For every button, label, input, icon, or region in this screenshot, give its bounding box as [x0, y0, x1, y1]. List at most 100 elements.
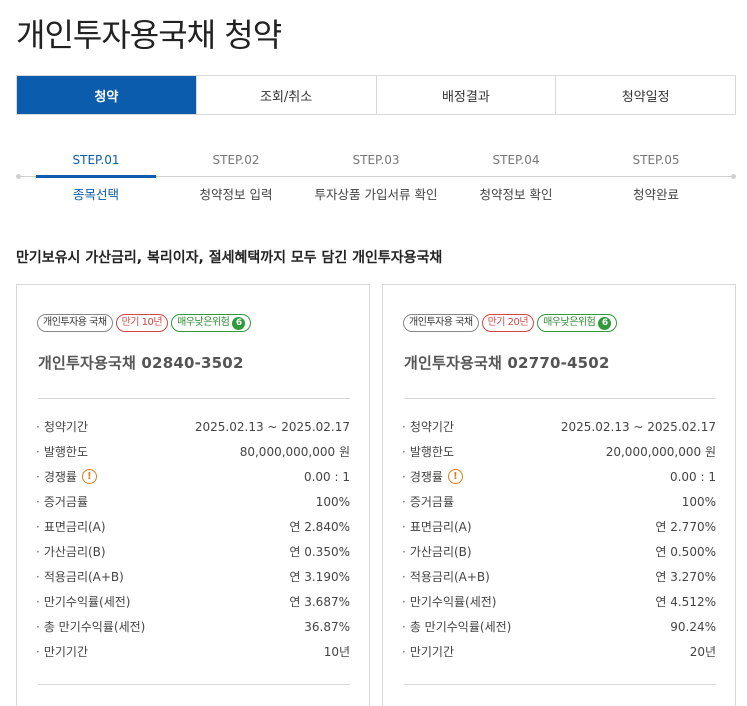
- risk-label: 매우낮은위험: [177, 317, 230, 328]
- info-value: 90.24%: [670, 619, 716, 634]
- info-value: 2025.02.13 ~ 2025.02.17: [560, 419, 716, 434]
- step-2: STEP.02 청약정보 입력: [166, 150, 306, 203]
- info-key: 적용금리(A+B): [402, 568, 490, 585]
- info-value: 연 2.840%: [289, 520, 350, 534]
- info-row: 경쟁률! 0.00 : 1: [402, 464, 716, 489]
- info-row: 적용금리(A+B) 연 3.270%: [402, 564, 716, 589]
- divider: [38, 398, 350, 399]
- tab-schedule[interactable]: 청약일정: [555, 76, 735, 114]
- info-key: 표면금리(A): [402, 518, 472, 535]
- info-row: 총 만기수익률(세전) 90.24%: [402, 614, 716, 639]
- info-row: 가산금리(B) 연 0.500%: [402, 539, 716, 564]
- step-progress: STEP.01 종목선택 STEP.02 청약정보 입력 STEP.03 투자상…: [16, 150, 736, 210]
- info-row: 청약기간 2025.02.13 ~ 2025.02.17: [36, 414, 350, 439]
- info-key: 청약기간: [36, 418, 88, 435]
- step-number: STEP.04: [492, 153, 540, 167]
- info-row: 표면금리(A) 연 2.840%: [36, 514, 350, 539]
- info-row: 증거금률 100%: [402, 489, 716, 514]
- info-key: 가산금리(B): [402, 543, 472, 560]
- step-number: STEP.01: [72, 153, 120, 167]
- exclamation-circle-icon[interactable]: !: [81, 469, 97, 484]
- info-row: 적용금리(A+B) 연 3.190%: [36, 564, 350, 589]
- step-number: STEP.05: [632, 153, 680, 167]
- main-tabs: 청약 조회/취소 배정결과 청약일정: [16, 75, 736, 115]
- info-row: 만기수익률(세전) 연 3.687%: [36, 589, 350, 614]
- info-key: 적용금리(A+B): [36, 568, 124, 585]
- step-label: 청약정보 확인: [479, 187, 553, 202]
- section-headline: 만기보유시 가산금리, 복리이자, 절세혜택까지 모두 담긴 개인투자용국채: [16, 250, 443, 266]
- info-value: 0.00 : 1: [303, 469, 350, 484]
- badge-group: 개인투자용 국채 만기 20년 매우낮은위험 6: [403, 314, 618, 332]
- risk-badge: 매우낮은위험 6: [171, 314, 252, 332]
- info-key: 만기기간: [402, 643, 454, 660]
- info-key: 청약기간: [402, 418, 454, 435]
- bond-info-list: 청약기간 2025.02.13 ~ 2025.02.17 발행한도 80,000,0…: [36, 414, 350, 664]
- step-label: 종목선택: [72, 187, 119, 202]
- info-value: 2025.02.13 ~ 2025.02.17: [194, 419, 350, 434]
- info-key: 만기수익률(세전): [402, 593, 497, 610]
- bond-card[interactable]: 개인투자용 국채 만기 10년 매우낮은위험 6 개인투자용국채 02840-3…: [16, 284, 370, 706]
- info-value: 80,000,000,000 원: [239, 445, 350, 459]
- info-key: 가산금리(B): [36, 543, 106, 560]
- step-1: STEP.01 종목선택: [26, 150, 166, 203]
- info-value: 0.00 : 1: [669, 469, 716, 484]
- maturity-badge: 만기 20년: [481, 314, 535, 332]
- info-row: 청약기간 2025.02.13 ~ 2025.02.17: [402, 414, 716, 439]
- risk-badge: 매우낮은위험 6: [537, 314, 618, 332]
- type-badge: 개인투자용 국채: [403, 314, 479, 332]
- info-row: 가산금리(B) 연 0.350%: [36, 539, 350, 564]
- info-value: 연 4.512%: [655, 595, 716, 609]
- info-row: 발행한도 20,000,000,000 원: [402, 439, 716, 464]
- info-key: 발행한도: [36, 443, 88, 460]
- divider: [404, 684, 716, 685]
- info-key-text: 경쟁률: [409, 470, 443, 484]
- info-value: 연 2.770%: [655, 520, 716, 534]
- info-value: 100%: [315, 494, 350, 509]
- risk-level: 6: [598, 316, 612, 330]
- bond-info-list: 청약기간 2025.02.13 ~ 2025.02.17 발행한도 20,000,0…: [402, 414, 716, 664]
- step-number: STEP.02: [212, 153, 260, 167]
- info-value: 20,000,000,000 원: [605, 445, 716, 459]
- info-key: 경쟁률!: [36, 468, 97, 485]
- info-value: 연 0.350%: [289, 545, 350, 559]
- info-row: 만기기간 10년: [36, 639, 350, 664]
- divider: [38, 684, 350, 685]
- risk-label: 매우낮은위험: [543, 317, 596, 328]
- info-key: 총 만기수익률(세전): [402, 618, 512, 635]
- info-value: 10년: [323, 645, 350, 659]
- exclamation-circle-icon[interactable]: !: [447, 469, 463, 484]
- info-row: 만기수익률(세전) 연 4.512%: [402, 589, 716, 614]
- info-key: 총 만기수익률(세전): [36, 618, 146, 635]
- info-key: 만기수익률(세전): [36, 593, 131, 610]
- step-5: STEP.05 청약완료: [586, 150, 726, 203]
- bond-name: 개인투자용국채 02770-4502: [404, 354, 610, 372]
- info-key-text: 경쟁률: [43, 470, 77, 484]
- info-key: 증거금률: [36, 493, 88, 510]
- tab-inquiry-cancel[interactable]: 조회/취소: [195, 76, 376, 114]
- info-row: 표면금리(A) 연 2.770%: [402, 514, 716, 539]
- tab-subscribe[interactable]: 청약: [17, 76, 196, 114]
- maturity-badge: 만기 10년: [115, 314, 169, 332]
- info-key: 만기기간: [36, 643, 88, 660]
- active-step-bar: [36, 175, 156, 178]
- info-row: 발행한도 80,000,000,000 원: [36, 439, 350, 464]
- bond-name: 개인투자용국채 02840-3502: [38, 354, 244, 372]
- info-value: 연 3.270%: [655, 570, 716, 584]
- badge-group: 개인투자용 국채 만기 10년 매우낮은위험 6: [37, 314, 252, 332]
- tab-allocation-result[interactable]: 배정결과: [375, 76, 556, 114]
- step-line-end-dot: [731, 174, 736, 179]
- info-value: 100%: [681, 494, 716, 509]
- step-number: STEP.03: [352, 153, 400, 167]
- divider: [404, 398, 716, 399]
- bond-card[interactable]: 개인투자용 국채 만기 20년 매우낮은위험 6 개인투자용국채 02770-4…: [382, 284, 736, 706]
- info-key: 경쟁률!: [402, 468, 463, 485]
- step-3: STEP.03 투자상품 가입서류 확인: [306, 150, 446, 203]
- info-value: 연 3.190%: [289, 570, 350, 584]
- info-value: 20년: [689, 645, 716, 659]
- info-key: 표면금리(A): [36, 518, 106, 535]
- step-line-start-dot: [16, 174, 21, 179]
- info-row: 만기기간 20년: [402, 639, 716, 664]
- step-4: STEP.04 청약정보 확인: [446, 150, 586, 203]
- step-label: 투자상품 가입서류 확인: [314, 187, 438, 202]
- info-value: 36.87%: [304, 619, 350, 634]
